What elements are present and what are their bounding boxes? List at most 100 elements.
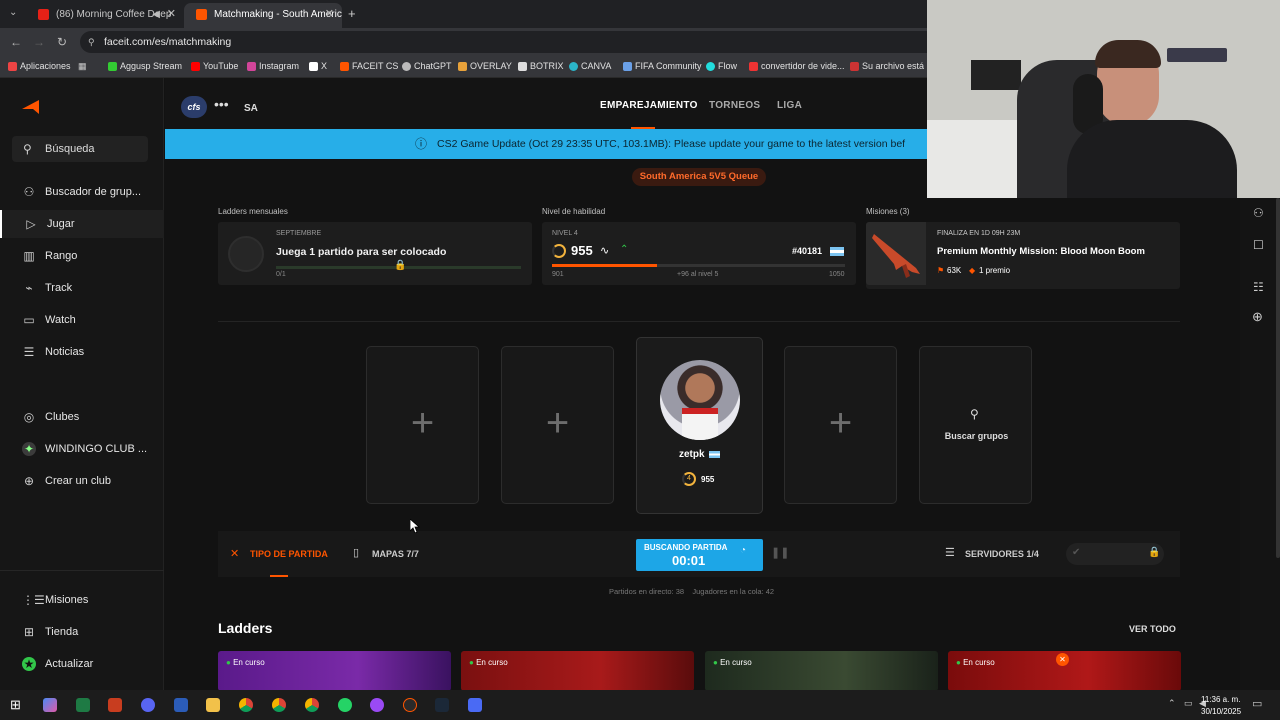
bookmark[interactable]: Aggusp Stream: [108, 61, 182, 71]
sidebar-item-windingo-club[interactable]: ✦ WINDINGO CLUB ...: [0, 435, 164, 463]
close-tab-icon[interactable]: ✕: [167, 3, 176, 26]
reload-icon[interactable]: ↻: [57, 35, 67, 49]
ladder-card[interactable]: ● En curso: [461, 651, 694, 690]
sidebar-item-clubs[interactable]: ◎ Clubes: [0, 403, 164, 431]
bookmark[interactable]: Instagram: [247, 61, 299, 71]
tab-matchmaking[interactable]: EMPAREJAMIENTO: [600, 100, 698, 111]
bookmark[interactable]: YouTube: [191, 61, 238, 71]
bookmark[interactable]: CANVA: [569, 61, 611, 71]
tray-chevron-icon[interactable]: ⌃: [1168, 698, 1176, 709]
party-slot-empty[interactable]: +: [366, 346, 479, 504]
windows-start-icon[interactable]: ⊞: [10, 697, 21, 713]
missions-card[interactable]: FINALIZA EN 1D 09H 23M Premium Monthly M…: [866, 222, 1180, 289]
player-name[interactable]: zetpk: [679, 449, 705, 460]
discord-icon[interactable]: [141, 698, 155, 712]
plus-icon: +: [545, 401, 570, 445]
search-groups-slot[interactable]: ⚲ Buscar grupos: [919, 346, 1032, 504]
bookmark[interactable]: convertidor de vide...: [749, 61, 845, 71]
pause-icon[interactable]: ❚❚: [771, 546, 789, 559]
sidebar-item-missions[interactable]: ⋮☰ Misiones: [0, 586, 164, 614]
file-explorer-icon[interactable]: [206, 698, 220, 712]
sidebar-item-rank[interactable]: ▥ Rango: [0, 242, 164, 270]
steam-icon[interactable]: [435, 698, 449, 712]
tab-youtube[interactable]: (86) Morning Coffee Deep ◀ ✕: [26, 3, 184, 28]
bookmark[interactable]: Aplicaciones: [8, 61, 71, 71]
sidebar-item-party-finder[interactable]: ⚇ Buscador de grup...: [0, 178, 164, 206]
word-icon[interactable]: [174, 698, 188, 712]
network-icon[interactable]: ▭: [1184, 698, 1193, 709]
close-tab-icon[interactable]: ✕: [325, 3, 334, 26]
party-icon[interactable]: ☷: [1253, 280, 1264, 294]
person-shirt: [1067, 120, 1237, 198]
bookmark[interactable]: FIFA Community: [623, 61, 702, 71]
faceit-logo-icon[interactable]: [22, 100, 40, 114]
see-all-link[interactable]: VER TODO: [1129, 624, 1176, 634]
tab-list-icon[interactable]: ⌄: [9, 7, 17, 18]
notifications-icon[interactable]: ▭: [1252, 697, 1262, 710]
bookmark[interactable]: ▦: [78, 61, 88, 72]
bookmark[interactable]: ChatGPT: [402, 61, 452, 71]
app-icon[interactable]: [468, 698, 482, 712]
chrome-icon[interactable]: [239, 698, 253, 712]
monthly-ladder-card[interactable]: SEPTIEMBRE Juega 1 partido para ser colo…: [218, 222, 532, 285]
party-slot-player[interactable]: zetpk 4 955: [636, 337, 763, 514]
region-label[interactable]: SA: [244, 103, 258, 114]
maps-tab[interactable]: MAPAS 7/7: [372, 549, 419, 559]
scrollbar[interactable]: [1276, 198, 1280, 558]
bookmark[interactable]: FACEIT CS: [340, 61, 398, 71]
game-selector[interactable]: cfs: [181, 96, 207, 118]
new-tab-icon[interactable]: +: [348, 6, 356, 21]
youtube-favicon-icon: [38, 9, 49, 20]
ladder-card[interactable]: ● En curso: [218, 651, 451, 690]
excel-icon[interactable]: [76, 698, 90, 712]
chrome-icon[interactable]: [272, 698, 286, 712]
back-icon[interactable]: ←: [10, 35, 22, 49]
locked-toggle[interactable]: ✔ 🔒: [1066, 543, 1164, 565]
track-icon: ⌁: [25, 281, 33, 295]
bookmark[interactable]: Su archivo está lis: [850, 61, 935, 71]
sidebar-item-shop[interactable]: ⊞ Tienda: [0, 618, 164, 646]
powerpoint-icon[interactable]: [108, 698, 122, 712]
sidebar-item-track[interactable]: ⌁ Track: [0, 274, 164, 302]
friends-icon[interactable]: ⚇: [1253, 206, 1264, 220]
wall-light-bar: [1167, 48, 1227, 62]
bar-chart-icon: ▥: [23, 249, 35, 263]
live-dot-icon: ●: [956, 658, 961, 667]
right-utility-bar: ⚇ ☐ ☷ ⊕: [1240, 198, 1280, 690]
faceit-app-icon[interactable]: [403, 698, 417, 712]
forward-icon[interactable]: →: [33, 35, 45, 49]
bookmark[interactable]: Flow: [706, 61, 737, 71]
bookmark[interactable]: OVERLAY: [458, 61, 512, 71]
add-circle-icon[interactable]: ⊕: [1252, 309, 1263, 325]
chrome-active-icon[interactable]: [305, 698, 319, 712]
ladder-card[interactable]: ● En curso: [705, 651, 938, 690]
sidebar-item-play[interactable]: ▷ Jugar: [0, 210, 164, 238]
party-slot-empty[interactable]: +: [501, 346, 614, 504]
skill-card[interactable]: NIVEL 4 955 ∿ ⌃ #40181 901 +96 al nivel …: [542, 222, 856, 285]
clock-date[interactable]: 30/10/2025: [1201, 707, 1241, 716]
more-icon[interactable]: •••: [214, 96, 229, 112]
whatsapp-icon[interactable]: [338, 698, 352, 712]
searching-button[interactable]: BUSCANDO PARTIDA 00:01 ◔: [636, 539, 763, 571]
sidebar-item-upgrade[interactable]: ★ Actualizar: [0, 650, 164, 678]
app-icon[interactable]: [370, 698, 384, 712]
copilot-icon[interactable]: [43, 698, 57, 712]
servers-tab[interactable]: SERVIDORES 1/4: [965, 549, 1039, 559]
site-info-icon[interactable]: ⚲: [88, 31, 95, 53]
chat-icon[interactable]: ☐: [1253, 238, 1264, 252]
sidebar-item-create-club[interactable]: ⊕ Crear un club: [0, 467, 164, 495]
tab-tournaments[interactable]: TORNEOS: [709, 100, 760, 111]
ladder-progress-text: 0/1: [276, 271, 286, 278]
ladder-card[interactable]: ● En curso ✕: [948, 651, 1181, 690]
sidebar-item-watch[interactable]: ▭ Watch: [0, 306, 164, 334]
party-slot-empty[interactable]: +: [784, 346, 897, 504]
search-box[interactable]: ⚲ Búsqueda: [12, 136, 148, 162]
sidebar-item-news[interactable]: ☰ Noticias: [0, 338, 164, 366]
match-type-tab[interactable]: TIPO DE PARTIDA: [250, 549, 328, 559]
tab-league[interactable]: LIGA: [777, 100, 802, 111]
tab-faceit[interactable]: Matchmaking - South America ✕: [184, 3, 342, 28]
bookmark[interactable]: X: [309, 61, 327, 71]
clock-time[interactable]: 11:36 a. m.: [1201, 695, 1240, 704]
url-input[interactable]: ⚲ faceit.com/es/matchmaking: [80, 31, 940, 53]
bookmark[interactable]: BOTRIX: [518, 61, 564, 71]
